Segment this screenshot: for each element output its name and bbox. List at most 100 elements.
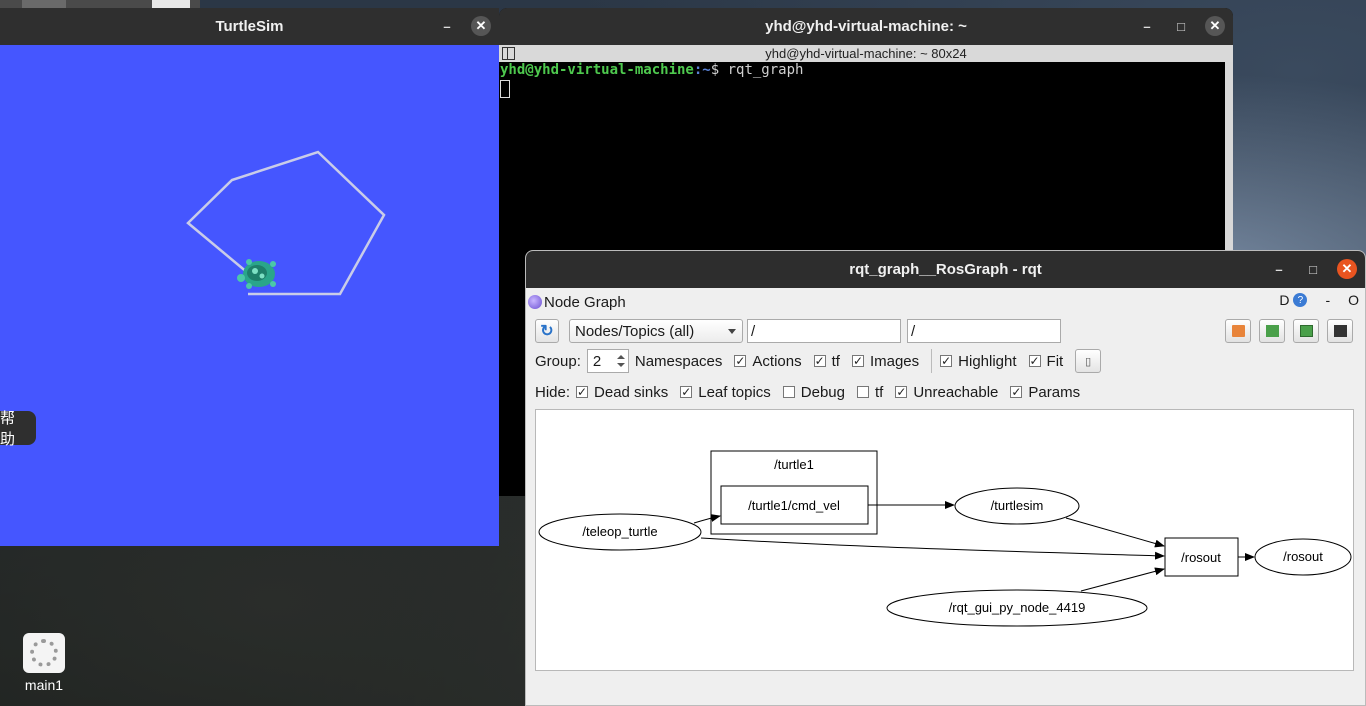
- maximize-button[interactable]: □: [1171, 16, 1191, 36]
- checkbox-label: tf: [874, 383, 884, 401]
- plugin-tools: D ? - O: [1279, 292, 1359, 308]
- minimize-button[interactable]: –: [1137, 16, 1157, 36]
- checkbox-params[interactable]: ✓ Params: [1010, 384, 1080, 401]
- window-controls: – ✕: [437, 8, 491, 44]
- checkbox-hide-tf[interactable]: tf: [856, 383, 884, 401]
- chevron-down-icon: [728, 329, 736, 334]
- plugin-close-button[interactable]: O: [1348, 292, 1359, 308]
- top-panel-fragment: [0, 0, 200, 8]
- hide-options-row: Hide: ✓ Dead sinks ✓ Leaf topics Debug tf …: [535, 381, 1365, 403]
- checkbox-box[interactable]: ✓: [734, 355, 747, 367]
- group-depth-spinbox[interactable]: 2: [586, 349, 629, 373]
- minimize-button[interactable]: –: [437, 16, 457, 36]
- help-tab[interactable]: 帮助: [0, 409, 36, 448]
- window-controls: – □ ✕: [1269, 251, 1357, 287]
- checkbox-label: Debug: [800, 383, 845, 401]
- refresh-icon: ↻: [540, 323, 554, 340]
- save-image-button[interactable]: [1327, 319, 1353, 343]
- plugin-d-button[interactable]: D: [1279, 292, 1289, 308]
- checkbox-box[interactable]: [856, 386, 869, 398]
- window-title: yhd@yhd-virtual-machine: ~: [765, 18, 967, 35]
- checkbox-label: Params: [1028, 383, 1081, 401]
- edge-turtlesim-to-rosout: [1065, 517, 1165, 548]
- checkbox-namespaces[interactable]: Namespaces: [635, 353, 723, 370]
- ros-graph-view[interactable]: /turtle1 /turtle1/cmd_vel /teleop_turtle…: [535, 409, 1354, 671]
- checkbox-label: Fit: [1046, 352, 1064, 370]
- terminal-command: rqt_graph: [727, 62, 804, 78]
- edge-teleop-to-cmd-vel: [693, 514, 721, 524]
- prompt-user: yhd@yhd-virtual-machine: [500, 62, 694, 78]
- checkbox-label: Images: [869, 352, 920, 370]
- checkbox-tf[interactable]: ✓ tf: [813, 352, 840, 370]
- checkbox-label: tf: [831, 352, 840, 370]
- fit-in-view-button[interactable]: ▯: [1075, 349, 1102, 373]
- turtle-icon: [237, 259, 276, 289]
- checkbox-label: Leaf topics: [698, 383, 771, 401]
- desktop-icon-label: main1: [24, 677, 64, 693]
- text-cursor: [500, 80, 510, 98]
- close-button[interactable]: ✕: [1205, 16, 1225, 36]
- prompt-path: :~: [693, 62, 711, 78]
- node-filter-input[interactable]: /: [747, 319, 901, 343]
- terminal-size-label: yhd@yhd-virtual-machine: ~ 80x24: [765, 46, 967, 61]
- group-options-row: Group: 2 Namespaces ✓ Actions ✓ tf ✓ Images…: [535, 349, 1365, 373]
- close-button[interactable]: ✕: [1337, 259, 1357, 279]
- checkbox-images[interactable]: ✓ Images: [851, 352, 920, 370]
- topic-label-cmd-vel: /turtle1/cmd_vel: [748, 498, 840, 513]
- terminal-size-bar: yhd@yhd-virtual-machine: ~ 80x24: [499, 45, 1233, 62]
- namespace-cluster-label: /turtle1: [774, 457, 814, 472]
- topic-label-rosout: /rosout: [1181, 550, 1221, 565]
- group-label: Group:: [535, 352, 581, 370]
- graph-file-tools: [1225, 319, 1353, 343]
- checkbox-label: Actions: [752, 352, 802, 370]
- checkbox-box[interactable]: ✓: [851, 355, 864, 367]
- checkbox-box[interactable]: ✓: [813, 355, 826, 367]
- checkbox-box[interactable]: ✓: [680, 386, 693, 398]
- maximize-button[interactable]: □: [1303, 259, 1323, 279]
- load-dot-button[interactable]: [1225, 319, 1251, 343]
- plugin-minimize-button[interactable]: -: [1325, 292, 1330, 308]
- save-svg-button[interactable]: [1293, 319, 1319, 343]
- desktop-icon-main1[interactable]: [23, 633, 65, 673]
- checkbox-highlight[interactable]: ✓ Highlight: [940, 352, 1017, 370]
- checkbox-box[interactable]: ✓: [1028, 355, 1041, 367]
- node-label-rqt-gui: /rqt_gui_py_node_4419: [949, 600, 1086, 615]
- checkbox-unreachable[interactable]: ✓ Unreachable: [895, 384, 998, 401]
- plugin-icon: [528, 295, 542, 309]
- spin-down-icon[interactable]: [616, 363, 625, 367]
- checkbox-actions[interactable]: ✓ Actions: [734, 352, 802, 370]
- refresh-button[interactable]: ↻: [535, 319, 559, 343]
- checkbox-box[interactable]: [782, 386, 795, 398]
- new-tab-icon[interactable]: [502, 47, 515, 60]
- checkbox-box[interactable]: ✓: [1010, 386, 1023, 398]
- checkbox-leaf-topics[interactable]: ✓ Leaf topics: [680, 384, 771, 401]
- gear-icon: [30, 639, 58, 667]
- fit-icon: ▯: [1085, 355, 1092, 368]
- close-button[interactable]: ✕: [471, 16, 491, 36]
- view-mode-select[interactable]: Nodes/Topics (all): [569, 319, 743, 343]
- spin-up-icon[interactable]: [616, 355, 625, 359]
- save-dot-button[interactable]: [1259, 319, 1285, 343]
- turtlesim-window[interactable]: TurtleSim – ✕ 帮助: [0, 8, 499, 546]
- checkbox-box[interactable]: ✓: [576, 386, 589, 398]
- checkbox-label: Unreachable: [913, 383, 999, 401]
- rqt-window[interactable]: rqt_graph__RosGraph - rqt – □ ✕ Node Gra…: [525, 250, 1366, 706]
- checkbox-dead-sinks[interactable]: ✓ Dead sinks: [576, 384, 668, 401]
- save-image-icon: [1300, 325, 1313, 337]
- turtlesim-titlebar[interactable]: TurtleSim – ✕: [0, 8, 499, 45]
- terminal-titlebar[interactable]: yhd@yhd-virtual-machine: ~ – □ ✕: [499, 8, 1233, 45]
- window-title: rqt_graph__RosGraph - rqt: [849, 261, 1042, 278]
- checkbox-fit[interactable]: ✓ Fit: [1028, 352, 1064, 370]
- checkbox-box[interactable]: ✓: [940, 355, 953, 367]
- topic-filter-input[interactable]: /: [907, 319, 1061, 343]
- minimize-button[interactable]: –: [1269, 259, 1289, 279]
- view-mode-value: Nodes/Topics (all): [575, 322, 695, 340]
- rqt-titlebar[interactable]: rqt_graph__RosGraph - rqt – □ ✕: [526, 251, 1365, 288]
- turtle-trail: [186, 150, 386, 296]
- checkbox-label: Highlight: [958, 352, 1017, 370]
- edge-teleop-to-rosout: [700, 537, 1165, 560]
- checkbox-box[interactable]: ✓: [895, 386, 908, 398]
- help-icon[interactable]: ?: [1293, 293, 1308, 307]
- checkbox-debug[interactable]: Debug: [782, 383, 845, 401]
- ros-graph-svg: /turtle1 /turtle1/cmd_vel /teleop_turtle…: [538, 450, 1352, 627]
